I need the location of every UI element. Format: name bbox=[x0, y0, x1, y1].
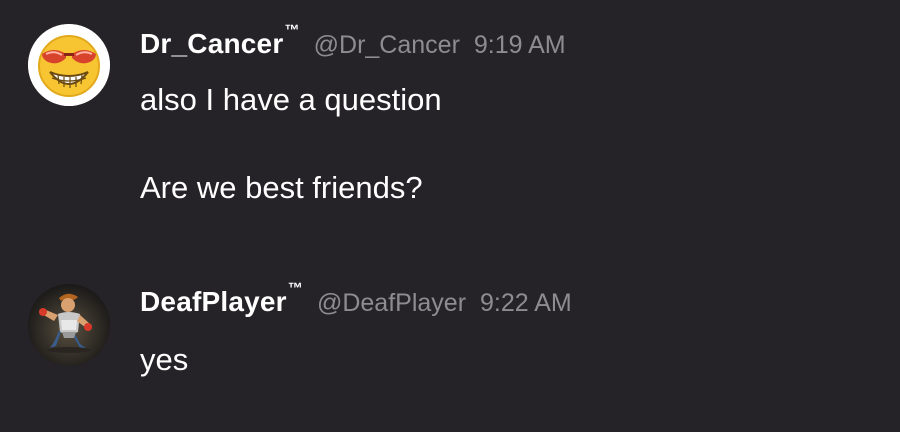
message-text: Are we best friends? bbox=[140, 170, 423, 205]
timestamp: 9:19 AM bbox=[473, 31, 566, 59]
user-handle[interactable]: @DeafPlayer bbox=[317, 289, 466, 318]
avatar[interactable] bbox=[28, 24, 110, 106]
trademark-symbol: ™ bbox=[287, 279, 303, 297]
chat-feed: Dr_Cancer™ @Dr_Cancer 9:19 AM also I hav… bbox=[0, 0, 900, 432]
timestamp: 9:22 AM bbox=[480, 289, 572, 317]
user-handle[interactable]: @Dr_Cancer bbox=[314, 31, 460, 60]
sunglasses-grin-emoji-icon bbox=[28, 24, 110, 106]
display-name[interactable]: Dr_Cancer™ bbox=[140, 22, 300, 60]
message-header: DeafPlayer™ @DeafPlayer 9:22 AM bbox=[140, 280, 572, 318]
fighter-character-icon bbox=[28, 284, 110, 366]
message-text: yes bbox=[140, 342, 189, 377]
message-text: also I have a question bbox=[140, 82, 442, 117]
trademark-symbol: ™ bbox=[284, 21, 300, 39]
display-name[interactable]: DeafPlayer™ bbox=[140, 280, 303, 318]
avatar[interactable] bbox=[28, 284, 110, 366]
message-header: Dr_Cancer™ @Dr_Cancer 9:19 AM bbox=[140, 22, 566, 60]
